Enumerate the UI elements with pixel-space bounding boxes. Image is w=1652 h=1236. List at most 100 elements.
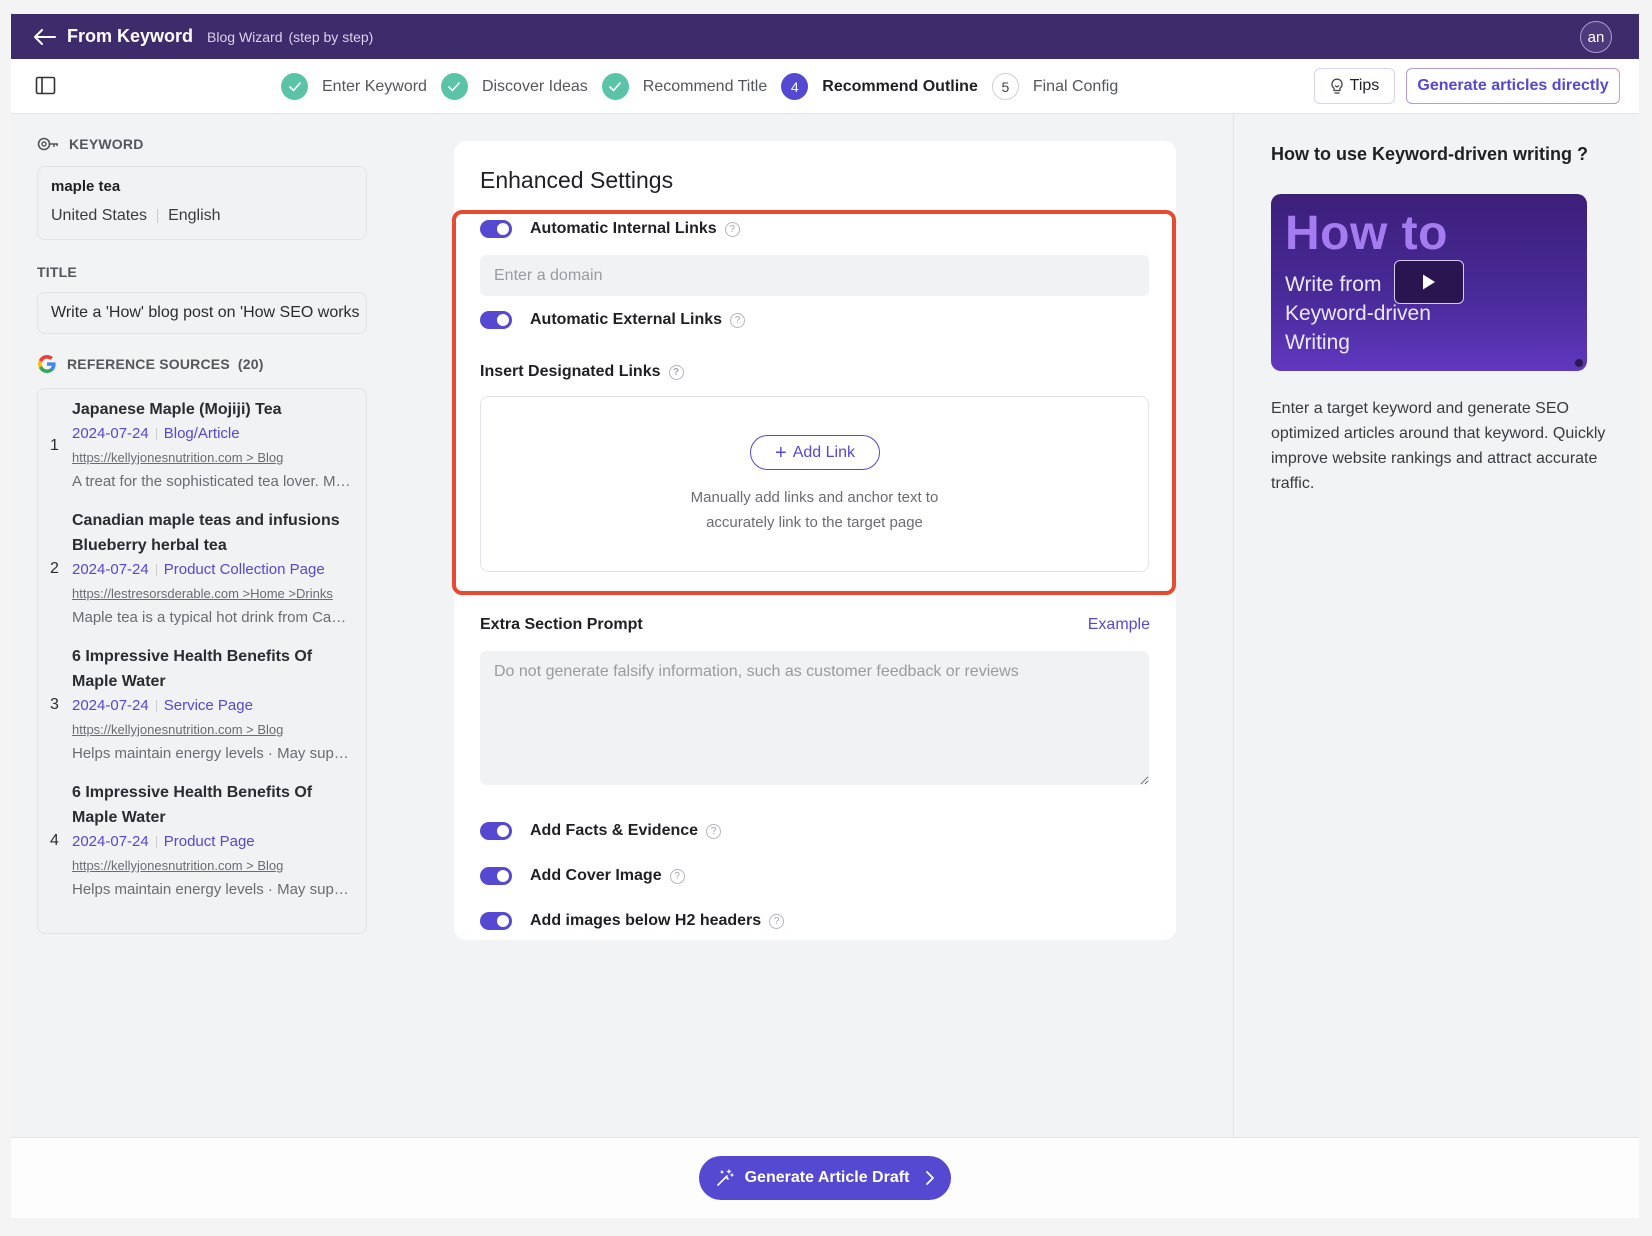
- title-heading: TITLE: [37, 264, 77, 280]
- designated-links-box: + Add Link Manually add links and anchor…: [480, 396, 1149, 572]
- keyword-country: United States: [51, 207, 148, 224]
- play-button[interactable]: [1394, 260, 1464, 304]
- reference-title: Canadian maple teas and infusions Bluebe…: [72, 512, 340, 554]
- keyword-section-heading: KEYWORD: [37, 134, 367, 154]
- play-icon: [1423, 274, 1435, 290]
- facts-evidence-toggle[interactable]: [480, 822, 512, 840]
- divider: [157, 209, 159, 223]
- external-links-label: Automatic External Links: [530, 311, 723, 328]
- domain-input[interactable]: [480, 255, 1149, 296]
- references-section-heading: REFERENCE SOURCES (20): [37, 354, 367, 374]
- help-icon[interactable]: ?: [724, 221, 740, 237]
- external-links-toggle[interactable]: [480, 311, 512, 329]
- chevron-right-icon: [926, 1171, 935, 1185]
- cover-image-row: Add Cover Image ?: [480, 867, 685, 885]
- tips-label: Tips: [1349, 77, 1380, 94]
- step-enter-keyword[interactable]: Enter Keyword: [281, 73, 427, 100]
- sidebar-toggle-button[interactable]: [35, 76, 57, 96]
- example-link[interactable]: Example: [1088, 616, 1150, 634]
- help-heading: How to use Keyword-driven writing ?: [1271, 144, 1589, 164]
- help-line: Manually add links and anchor text to: [690, 489, 939, 506]
- external-links-row: Automatic External Links ?: [480, 311, 746, 329]
- help-line: accurately link to the target page: [706, 514, 923, 531]
- help-icon[interactable]: ?: [668, 364, 684, 380]
- step-discover-ideas[interactable]: Discover Ideas: [440, 73, 588, 100]
- reference-item[interactable]: 1 Japanese Maple (Mojiji) Tea 2024-07-24…: [50, 397, 354, 494]
- facts-evidence-label: Add Facts & Evidence: [530, 822, 699, 839]
- reference-description: A treat for the sophisticated tea lover.…: [72, 473, 354, 490]
- h2-images-toggle[interactable]: [480, 912, 512, 930]
- reference-type: Service Page: [163, 697, 253, 714]
- reference-url[interactable]: https://lestresorsderable.com >Home >Dri…: [72, 582, 354, 606]
- extra-prompt-label: Extra Section Prompt: [480, 616, 643, 633]
- title-value: Write a 'How' blog post on 'How SEO work…: [37, 292, 367, 334]
- keyword-meta: United States English: [51, 207, 353, 225]
- reference-date: 2024-07-24: [72, 561, 149, 578]
- reference-url[interactable]: https://kellyjonesnutrition.com > Blog: [72, 718, 354, 742]
- subtitle-note: (step by step): [288, 28, 374, 45]
- sidebar-panel-icon: [35, 76, 56, 95]
- key-icon: [37, 137, 58, 151]
- plus-icon: +: [775, 441, 787, 464]
- tips-button[interactable]: Tips: [1314, 68, 1395, 104]
- reference-list: 1 Japanese Maple (Mojiji) Tea 2024-07-24…: [37, 388, 367, 934]
- designated-links-label: Insert Designated Links: [480, 363, 661, 380]
- step-number: 5: [991, 73, 1019, 100]
- internal-links-label: Automatic Internal Links: [530, 220, 717, 237]
- wizard-steps: Enter Keyword Discover Ideas Recommend T…: [281, 59, 1132, 114]
- reference-number: 2: [50, 560, 59, 577]
- add-link-button[interactable]: + Add Link: [750, 435, 880, 470]
- reference-type: Blog/Article: [163, 425, 240, 442]
- help-icon[interactable]: ?: [730, 312, 746, 328]
- arrow-left-icon: [34, 28, 56, 45]
- add-link-label: Add Link: [792, 443, 855, 461]
- step-number: 4: [781, 73, 809, 100]
- generate-articles-directly-button[interactable]: Generate articles directly: [1406, 68, 1620, 104]
- reference-item[interactable]: 4 6 Impressive Health Benefits Of Maple …: [50, 780, 354, 902]
- divider: [155, 428, 157, 440]
- page-title: From Keyword: [67, 26, 194, 46]
- steps-bar: Enter Keyword Discover Ideas Recommend T…: [11, 59, 1639, 114]
- reference-item[interactable]: 2 Canadian maple teas and infusions Blue…: [50, 508, 354, 630]
- reference-url[interactable]: https://kellyjonesnutrition.com > Blog: [72, 446, 354, 470]
- step-label: Final Config: [1032, 77, 1119, 95]
- help-icon[interactable]: ?: [669, 868, 685, 884]
- internal-links-toggle[interactable]: [480, 220, 512, 238]
- reference-date: 2024-07-24: [72, 697, 149, 714]
- tutorial-video[interactable]: How to Write from Keyword-driven Writing: [1271, 194, 1587, 371]
- reference-title: 6 Impressive Health Benefits Of Maple Wa…: [72, 784, 313, 826]
- user-avatar[interactable]: an: [1580, 21, 1612, 53]
- step-recommend-title[interactable]: Recommend Title: [601, 73, 768, 100]
- cover-image-toggle[interactable]: [480, 867, 512, 885]
- lightbulb-icon: [1331, 78, 1343, 94]
- reference-url[interactable]: https://kellyjonesnutrition.com > Blog: [72, 854, 354, 878]
- facts-evidence-row: Add Facts & Evidence ?: [480, 822, 722, 840]
- step-label: Discover Ideas: [481, 77, 588, 95]
- reference-item[interactable]: 3 6 Impressive Health Benefits Of Maple …: [50, 644, 354, 766]
- step-recommend-outline[interactable]: 4 Recommend Outline: [781, 73, 978, 100]
- back-button[interactable]: [33, 25, 57, 49]
- h2-images-label: Add images below H2 headers: [530, 912, 762, 929]
- step-label: Recommend Outline: [822, 77, 978, 95]
- keyword-card: maple tea United States English: [37, 166, 367, 240]
- help-icon[interactable]: ?: [706, 823, 722, 839]
- reference-description: Maple tea is a typical hot drink from Ca…: [72, 609, 354, 626]
- keyword-heading: KEYWORD: [69, 136, 144, 152]
- subtitle-text: Blog Wizard: [207, 28, 283, 45]
- help-icon[interactable]: ?: [769, 913, 785, 929]
- reference-title: Japanese Maple (Mojiji) Tea: [72, 401, 282, 418]
- reference-number: 1: [50, 436, 59, 454]
- header-bar: From Keyword Blog Wizard (step by step) a…: [11, 14, 1639, 59]
- h2-images-row: Add images below H2 headers ?: [480, 912, 785, 930]
- reference-number: 4: [50, 832, 59, 849]
- reference-date: 2024-07-24: [72, 833, 149, 850]
- enhanced-settings-card: Enhanced Settings Automatic Internal Lin…: [452, 141, 1176, 940]
- reference-number: 3: [50, 696, 59, 713]
- references-count: (20): [237, 356, 264, 372]
- video-line: Writing: [1285, 331, 1350, 354]
- step-label: Recommend Title: [642, 77, 768, 95]
- generate-article-draft-button[interactable]: Generate Article Draft: [699, 1156, 951, 1200]
- cover-image-label: Add Cover Image: [530, 867, 662, 884]
- step-final-config[interactable]: 5 Final Config: [991, 73, 1119, 100]
- extra-prompt-textarea[interactable]: [480, 651, 1149, 785]
